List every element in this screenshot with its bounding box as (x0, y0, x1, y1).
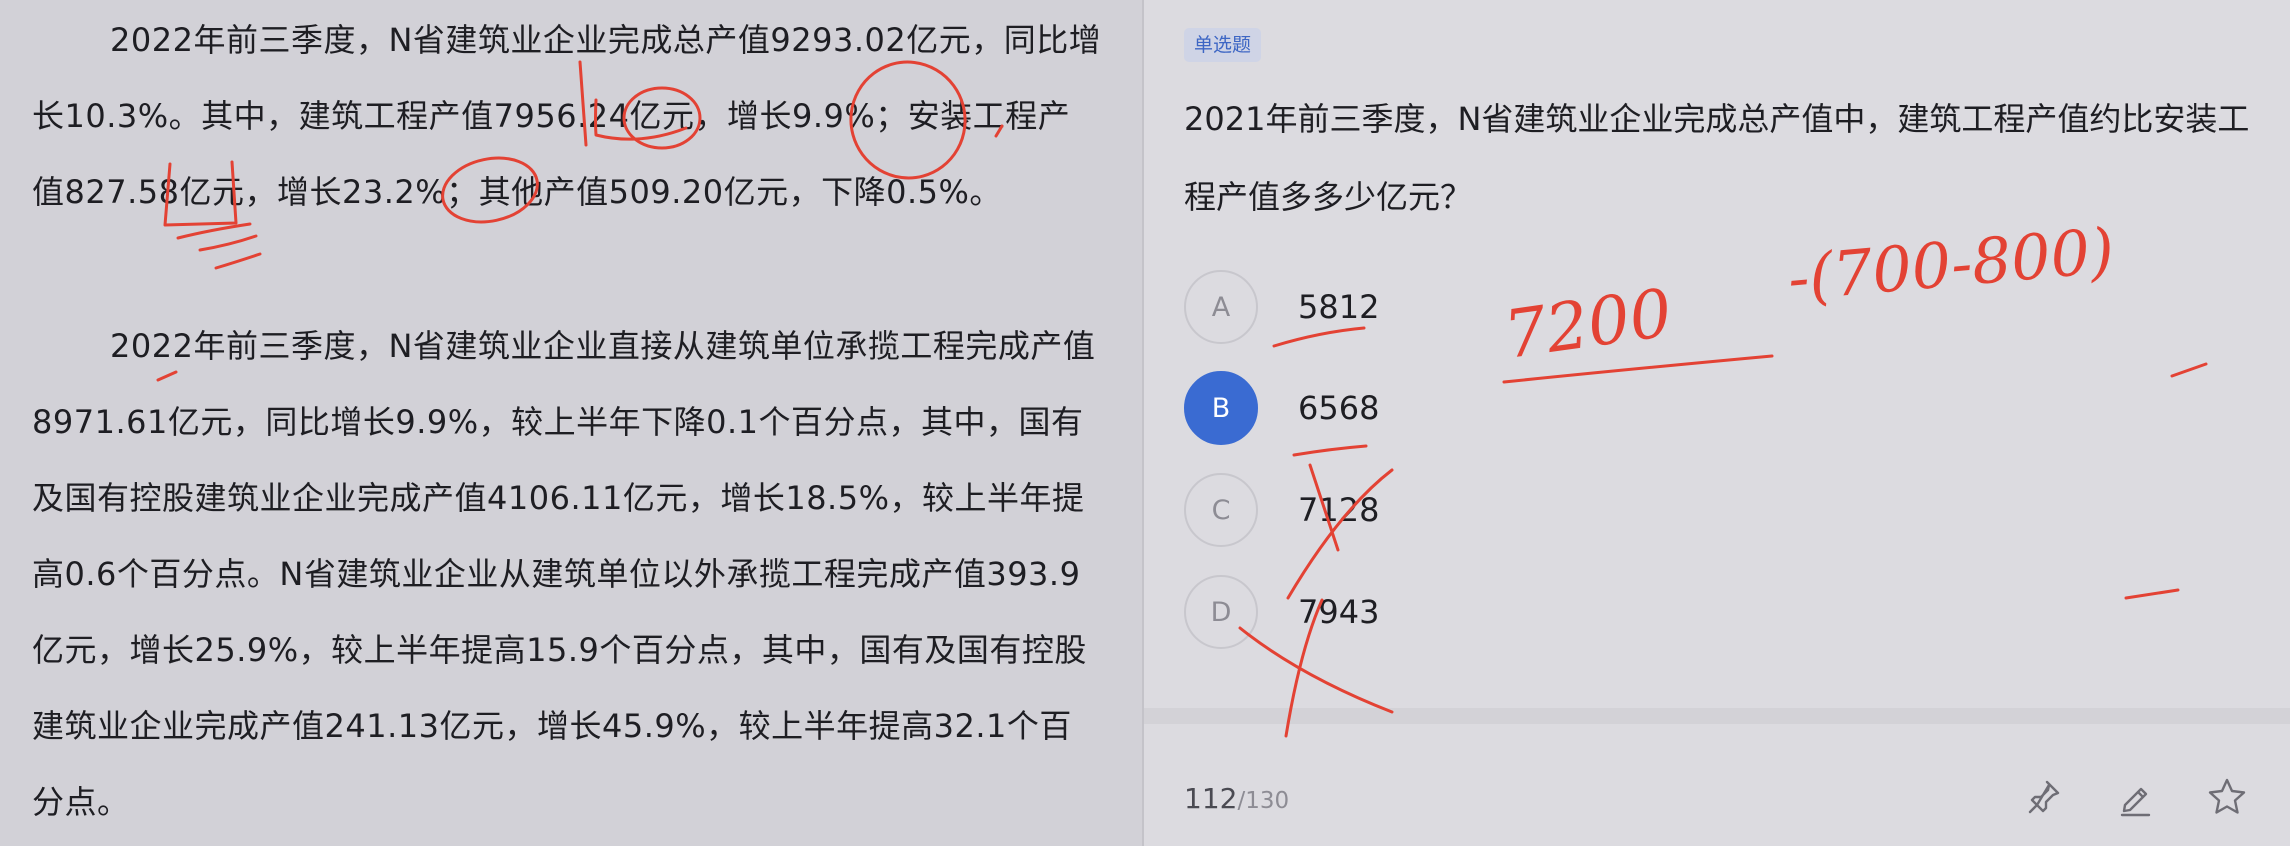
star-icon (2208, 778, 2246, 814)
option-a[interactable]: A 5812 (1184, 268, 1684, 346)
question-stem: 2021年前三季度，N省建筑业企业完成总产值中，建筑工程产值约比安装工程产值多多… (1184, 100, 2250, 216)
question-type-tag: 单选题 (1184, 28, 1262, 62)
current-question-number: 112 (1184, 782, 1238, 815)
option-b-value: 6568 (1298, 389, 1380, 427)
material-paragraph: 2022年前三季度，N省建筑业企业直接从建筑单位承揽工程完成产值8971.61亿… (32, 327, 1096, 821)
pin-button[interactable] (2020, 774, 2066, 820)
favorite-button[interactable] (2204, 774, 2250, 820)
pin-icon (2028, 780, 2060, 814)
edit-icon (2120, 787, 2151, 817)
option-d-letter: D (1184, 575, 1258, 649)
option-d[interactable]: D 7943 (1184, 573, 1684, 651)
option-c[interactable]: C 7128 (1184, 471, 1684, 549)
question-progress: 112/130 (1184, 782, 1289, 815)
material-panel: 2022年前三季度，N省建筑业企业完成总产值9293.02亿元，同比增长10.3… (0, 0, 1142, 846)
question-panel: 单选题 2021年前三季度，N省建筑业企业完成总产值中，建筑工程产值约比安装工程… (1144, 0, 2290, 846)
option-b-letter: B (1184, 371, 1258, 445)
section-separator (1144, 708, 2290, 724)
total-question-count: /130 (1237, 788, 1290, 814)
option-a-value: 5812 (1298, 288, 1380, 326)
option-d-value: 7943 (1298, 593, 1380, 631)
option-c-value: 7128 (1298, 491, 1380, 529)
bottom-toolbar: 112/130 (1144, 724, 2290, 846)
option-a-letter: A (1184, 270, 1258, 344)
edit-button[interactable] (2112, 774, 2158, 820)
option-b[interactable]: B 6568 (1184, 369, 1684, 447)
option-c-letter: C (1184, 473, 1258, 547)
material-paragraph: 2022年前三季度，N省建筑业企业完成总产值9293.02亿元，同比增长10.3… (32, 21, 1102, 211)
